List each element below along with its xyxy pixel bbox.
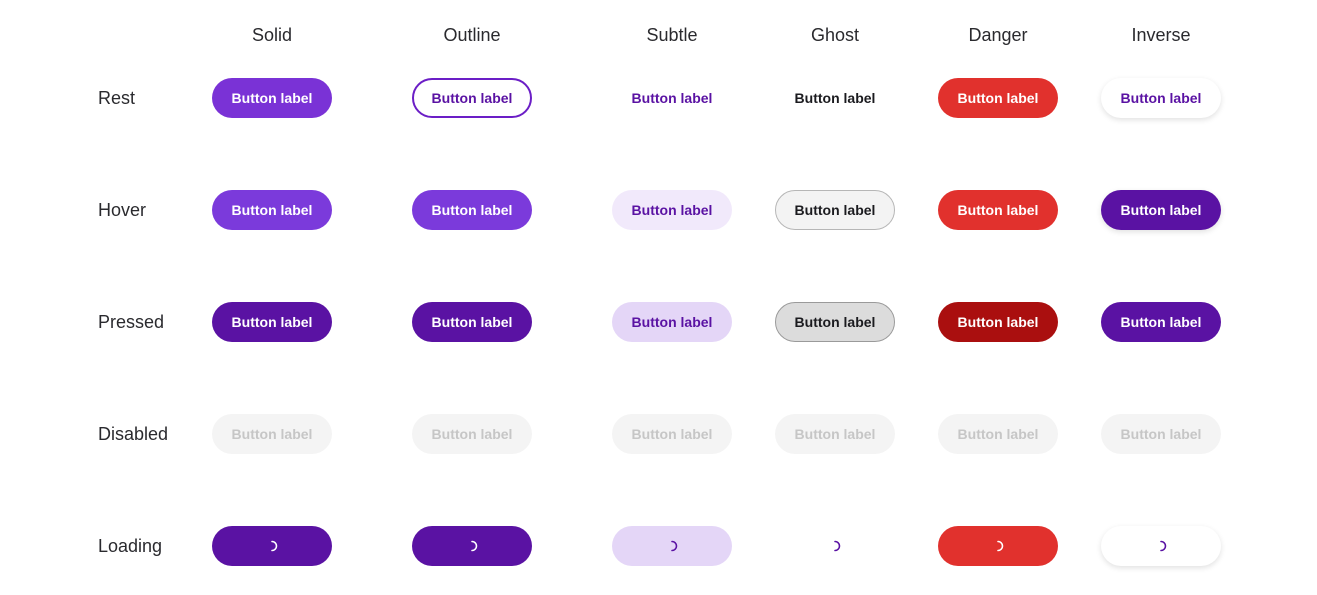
subtle-disabled-button[interactable]: Button label bbox=[612, 414, 732, 454]
solid-pressed-button[interactable]: Button label bbox=[212, 302, 332, 342]
ghost-pressed-button[interactable]: Button label bbox=[775, 302, 895, 342]
subtle-hover-button[interactable]: Button label bbox=[612, 190, 732, 230]
solid-hover-button[interactable]: Button label bbox=[212, 190, 332, 230]
subtle-pressed-button[interactable]: Button label bbox=[612, 302, 732, 342]
outline-rest-button[interactable]: Button label bbox=[412, 78, 532, 118]
spinner-icon bbox=[671, 540, 678, 552]
column-header-solid: Solid bbox=[251, 25, 293, 45]
danger-hover-button[interactable]: Button label bbox=[938, 190, 1058, 230]
row-label-pressed: Pressed bbox=[98, 312, 165, 332]
spinner-icon bbox=[471, 540, 478, 552]
inverse-pressed-button[interactable]: Button label bbox=[1101, 302, 1221, 342]
spinner-icon bbox=[997, 540, 1004, 552]
ghost-loading-button[interactable] bbox=[775, 526, 895, 566]
column-header-inverse: Inverse bbox=[1131, 25, 1191, 45]
row-label-loading: Loading bbox=[98, 536, 163, 556]
danger-disabled-button[interactable]: Button label bbox=[938, 414, 1058, 454]
subtle-rest-button[interactable]: Button label bbox=[612, 78, 732, 118]
danger-pressed-button[interactable]: Button label bbox=[938, 302, 1058, 342]
ghost-hover-button[interactable]: Button label bbox=[775, 190, 895, 230]
inverse-rest-button[interactable]: Button label bbox=[1101, 78, 1221, 118]
solid-disabled-button[interactable]: Button label bbox=[212, 414, 332, 454]
inverse-hover-button[interactable]: Button label bbox=[1101, 190, 1221, 230]
outline-loading-button[interactable] bbox=[412, 526, 532, 566]
row-label-disabled: Disabled bbox=[98, 424, 169, 444]
row-label-rest: Rest bbox=[98, 88, 136, 108]
spinner-icon bbox=[271, 540, 278, 552]
ghost-disabled-button[interactable]: Button label bbox=[775, 414, 895, 454]
danger-loading-button[interactable] bbox=[938, 526, 1058, 566]
outline-pressed-button[interactable]: Button label bbox=[412, 302, 532, 342]
solid-loading-button[interactable] bbox=[212, 526, 332, 566]
row-label-hover: Hover bbox=[98, 200, 147, 220]
outline-hover-button[interactable]: Button label bbox=[412, 190, 532, 230]
ghost-rest-button[interactable]: Button label bbox=[775, 78, 895, 118]
solid-rest-button[interactable]: Button label bbox=[212, 78, 332, 118]
column-header-outline: Outline bbox=[443, 25, 501, 45]
column-header-ghost: Ghost bbox=[810, 25, 860, 45]
outline-disabled-button[interactable]: Button label bbox=[412, 414, 532, 454]
inverse-loading-button[interactable] bbox=[1101, 526, 1221, 566]
subtle-loading-button[interactable] bbox=[612, 526, 732, 566]
spinner-icon bbox=[834, 540, 841, 552]
danger-rest-button[interactable]: Button label bbox=[938, 78, 1058, 118]
column-header-danger: Danger bbox=[968, 25, 1028, 45]
spinner-icon bbox=[1160, 540, 1167, 552]
inverse-disabled-button[interactable]: Button label bbox=[1101, 414, 1221, 454]
column-header-subtle: Subtle bbox=[646, 25, 698, 45]
